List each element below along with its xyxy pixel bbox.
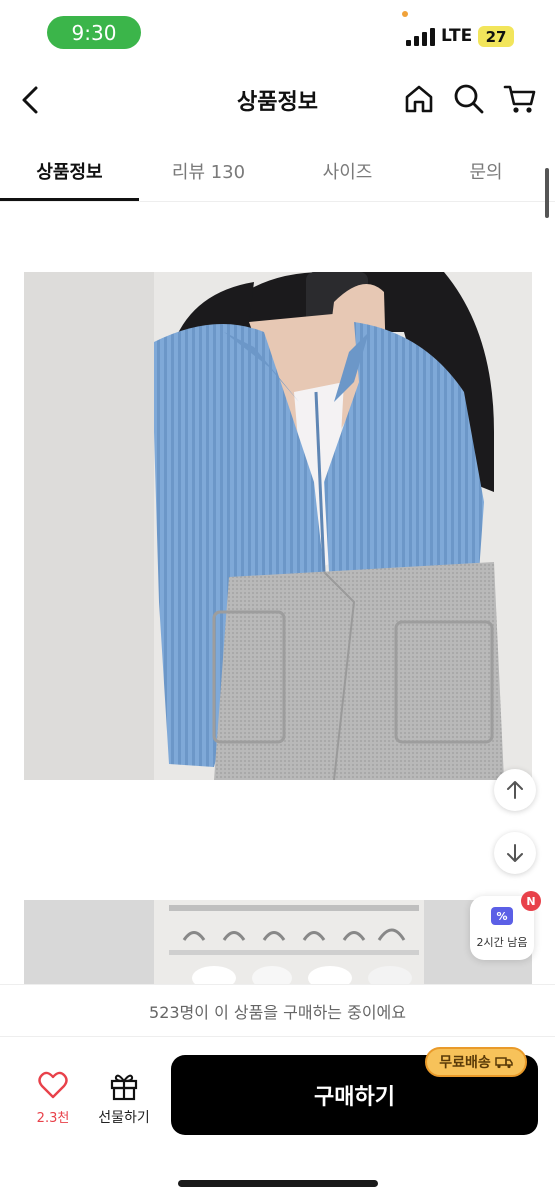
new-badge: N — [521, 891, 541, 911]
like-button[interactable]: 2.3천 — [25, 1069, 81, 1129]
arrow-up-icon — [507, 781, 523, 799]
tab-active-indicator — [0, 198, 139, 201]
tab-size[interactable]: 사이즈 — [278, 140, 417, 202]
privacy-indicator — [402, 11, 408, 17]
svg-text:%: % — [496, 910, 507, 923]
cart-icon[interactable] — [503, 82, 537, 116]
app-header: 상품정보 — [0, 70, 555, 130]
product-photo-illustration — [24, 272, 532, 780]
product-image — [24, 272, 532, 780]
tab-reviews[interactable]: 리뷰 130 — [139, 140, 278, 202]
gift-icon — [110, 1074, 138, 1101]
arrow-down-icon — [507, 844, 523, 862]
product-tabs: 상품정보 리뷰 130 사이즈 문의 — [0, 140, 555, 202]
home-icon[interactable] — [402, 82, 436, 116]
coupon-time-left: 2시간 남음 — [476, 936, 528, 949]
chevron-left-icon[interactable] — [14, 82, 50, 118]
heart-icon — [38, 1071, 68, 1099]
truck-icon — [495, 1056, 513, 1068]
tab-product-info[interactable]: 상품정보 — [0, 140, 139, 202]
network-type: LTE — [441, 26, 473, 46]
search-icon[interactable] — [452, 82, 486, 116]
purchase-activity-notice: 523명이 이 상품을 구매하는 중이에요 — [0, 984, 555, 1036]
gift-button[interactable]: 선물하기 — [92, 1069, 156, 1129]
free-shipping-badge: 무료배송 — [425, 1047, 527, 1077]
bottom-action-bar: 2.3천 선물하기 구매하기 무료배송 — [0, 1036, 555, 1200]
scroll-up-button[interactable] — [494, 769, 536, 811]
status-bar: 9:30 LTE 27 — [0, 0, 555, 62]
hanger-rack-illustration — [24, 900, 532, 990]
product-image-secondary — [24, 900, 532, 990]
tab-inquiry[interactable]: 문의 — [417, 140, 555, 202]
scroll-down-button[interactable] — [494, 832, 536, 874]
free-shipping-label: 무료배송 — [439, 1055, 491, 1071]
signal-icon — [406, 28, 435, 46]
status-time: 9:30 — [47, 16, 141, 49]
battery-indicator: 27 — [478, 26, 514, 47]
coupon-icon: % — [491, 907, 513, 925]
scrollbar[interactable] — [545, 168, 549, 218]
home-indicator[interactable] — [178, 1180, 378, 1187]
gift-label: 선물하기 — [98, 1110, 150, 1126]
like-count: 2.3천 — [36, 1111, 70, 1126]
